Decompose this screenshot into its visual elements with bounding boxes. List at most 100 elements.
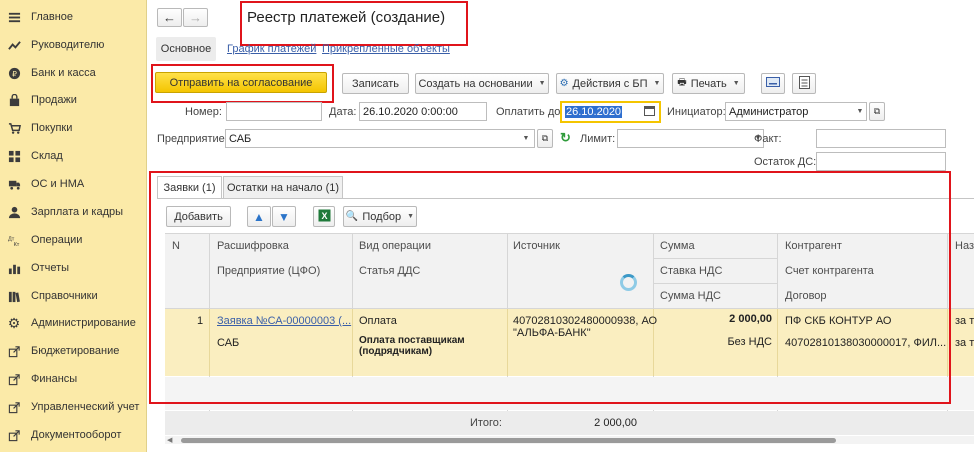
- limit-field: [617, 129, 764, 148]
- chevron-down-icon: ▼: [732, 80, 740, 87]
- tab-payment-schedule[interactable]: График платежей: [227, 43, 316, 55]
- sidebar-item-main[interactable]: Главное: [0, 3, 146, 31]
- sidebar-item-label: Покупки: [31, 122, 73, 134]
- main-area: ← → Реестр платежей (создание) Основное …: [147, 0, 974, 452]
- number-label: Номер:: [185, 106, 222, 118]
- create-based-on-button[interactable]: Создать на основании ▼: [415, 73, 549, 94]
- svg-text:₽: ₽: [12, 69, 17, 78]
- list-icon: [6, 9, 22, 25]
- gear-icon: ⚙: [7, 314, 21, 331]
- grid-icon: [6, 148, 22, 164]
- bp-actions-label: Действия с БП: [572, 77, 648, 90]
- keyboard-button[interactable]: [761, 73, 785, 94]
- balance-field: [816, 152, 946, 171]
- number-field[interactable]: [226, 102, 322, 121]
- scrollbar-thumb[interactable]: [181, 438, 836, 443]
- truck-icon: [6, 176, 22, 192]
- sidebar-item-sales[interactable]: Продажи: [0, 86, 146, 114]
- cart-icon: [6, 120, 22, 136]
- sidebar-item-label: Продажи: [31, 94, 77, 106]
- date-field[interactable]: 26.10.2020 0:00:00: [359, 102, 487, 121]
- sidebar-item-label: Банк и касса: [31, 67, 96, 79]
- highlight-frame-send: [151, 64, 334, 103]
- link-icon: [6, 427, 22, 443]
- link-icon: [6, 371, 22, 387]
- sidebar-item-budgeting[interactable]: Бюджетирование: [0, 337, 146, 365]
- fact-field: [816, 129, 946, 148]
- arrow-left-icon: ←: [163, 10, 176, 25]
- pay-until-value: 26.10.2020: [565, 106, 623, 118]
- sidebar-item-finance[interactable]: Финансы: [0, 365, 146, 393]
- chevron-down-icon[interactable]: ▼: [521, 130, 531, 147]
- chevron-down-icon: ▼: [538, 80, 546, 87]
- sidebar-item-label: Отчеты: [31, 262, 70, 274]
- refresh-icon[interactable]: ↻: [560, 130, 571, 146]
- initiator-field[interactable]: Администратор: [725, 102, 867, 121]
- scroll-left-icon[interactable]: ◀: [167, 437, 175, 444]
- total-amount: 2 000,00: [594, 417, 637, 429]
- print-label: Печать: [690, 77, 727, 90]
- chevron-down-icon: ▼: [653, 80, 661, 87]
- person-icon: [6, 204, 22, 220]
- bag-icon: [6, 92, 22, 108]
- sidebar-item-fixed-assets[interactable]: ОС и НМА: [0, 170, 146, 198]
- open-enterprise-button[interactable]: ⧉: [537, 129, 553, 148]
- sidebar-item-directories[interactable]: Справочники: [0, 282, 146, 310]
- sidebar-item-management-accounting[interactable]: Управленческий учет: [0, 393, 146, 421]
- sidebar-item-operations[interactable]: Дт Кт Операции: [0, 226, 146, 254]
- bar-chart-icon: [6, 260, 22, 276]
- sidebar-item-reports[interactable]: Отчеты: [0, 254, 146, 282]
- sidebar-item-label: ОС и НМА: [31, 178, 85, 190]
- tab-attached-objects[interactable]: Прикрепленные объекты: [322, 43, 450, 55]
- sidebar-item-manager[interactable]: Руководителю: [0, 31, 146, 59]
- forward-button[interactable]: →: [183, 8, 208, 27]
- highlight-frame-title: [240, 1, 468, 46]
- balance-label: Остаток ДС:: [754, 156, 817, 168]
- sidebar-item-warehouse[interactable]: Склад: [0, 142, 146, 170]
- sidebar-item-document-flow[interactable]: Документооборот: [0, 421, 146, 449]
- sidebar-item-label: Документооборот: [31, 429, 122, 441]
- sidebar-item-label: Финансы: [31, 373, 78, 385]
- cell-purpose-line1: за т: [955, 315, 974, 327]
- sidebar-item-bank[interactable]: ₽ Банк и касса: [0, 59, 146, 87]
- report-button[interactable]: [792, 73, 816, 94]
- sidebar-item-label: Руководителю: [31, 39, 105, 51]
- tab-main[interactable]: Основное: [156, 37, 216, 61]
- sidebar-item-label: Зарплата и кадры: [31, 206, 124, 218]
- fact-label: Факт:: [754, 133, 782, 145]
- arrow-right-icon: →: [189, 10, 202, 25]
- bp-actions-button[interactable]: ⚙ Действия с БП ▼: [556, 73, 664, 94]
- enterprise-field[interactable]: САБ: [225, 129, 535, 148]
- open-icon: ⧉: [873, 106, 881, 116]
- create-based-label: Создать на основании: [418, 77, 533, 90]
- sidebar-item-label: Справочники: [31, 290, 98, 302]
- col-header-purpose[interactable]: Наз: [955, 240, 974, 252]
- back-button[interactable]: ←: [157, 8, 182, 27]
- print-button[interactable]: 🖶 Печать ▼: [672, 73, 745, 94]
- highlight-frame-table: [149, 171, 951, 404]
- chevron-down-icon[interactable]: ▼: [855, 103, 865, 120]
- total-label: Итого:: [470, 417, 502, 429]
- save-button[interactable]: Записать: [342, 73, 409, 94]
- open-initiator-button[interactable]: ⧉: [869, 102, 885, 121]
- printer-icon: 🖶: [677, 77, 687, 88]
- link-icon: [6, 399, 22, 415]
- svg-text:Кт: Кт: [13, 242, 19, 247]
- sidebar-item-label: Склад: [31, 150, 63, 162]
- initiator-label: Инициатор:: [667, 106, 726, 118]
- sidebar-item-purchases[interactable]: Покупки: [0, 114, 146, 142]
- limit-label: Лимит:: [580, 133, 616, 145]
- sidebar-item-administration[interactable]: ⚙ Администрирование: [0, 309, 146, 337]
- sidebar-item-label: Бюджетирование: [31, 345, 120, 357]
- link-icon: [6, 343, 22, 359]
- open-icon: ⧉: [541, 133, 549, 143]
- sidebar-item-label: Администрирование: [31, 317, 136, 329]
- coin-icon: ₽: [6, 65, 22, 81]
- date-label: Дата:: [329, 106, 357, 118]
- sidebar-item-salary[interactable]: Зарплата и кадры: [0, 198, 146, 226]
- cell-purpose-line2: за т: [955, 337, 974, 349]
- sidebar-item-label: Операции: [31, 234, 83, 246]
- pay-until-field[interactable]: 26.10.2020: [560, 101, 661, 123]
- calendar-icon[interactable]: [644, 105, 655, 119]
- enterprise-label: Предприятие:: [157, 133, 228, 145]
